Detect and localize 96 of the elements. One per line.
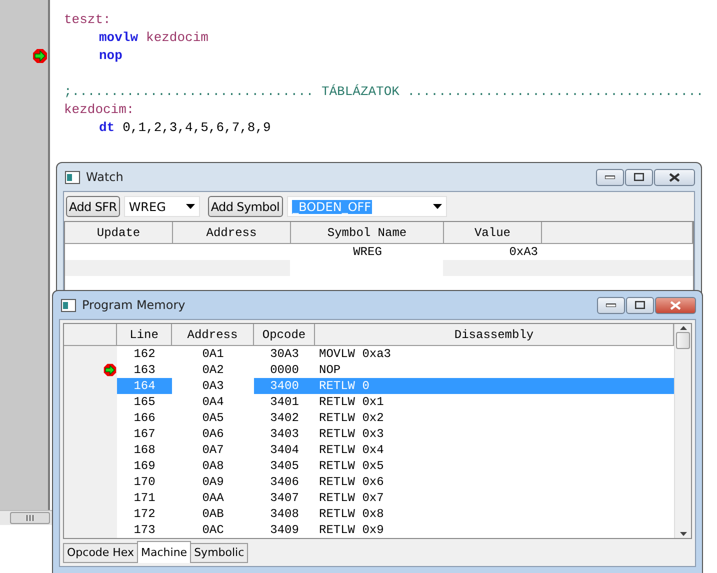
table-cell: 3400 [254, 378, 315, 394]
minimize-icon [606, 303, 616, 307]
table-cell-text: 173 [132, 522, 156, 538]
add-sfr-button[interactable]: Add SFR [66, 196, 120, 217]
table-cell-text: MOVLW 0xa3 [318, 346, 392, 362]
table-cell-text: 0AC [201, 522, 225, 538]
table-cell-text: RETLW 0x5 [318, 458, 385, 474]
vertical-scrollbar[interactable] [674, 324, 691, 538]
column-header[interactable]: Value [444, 222, 542, 244]
code-token: nop [99, 47, 122, 65]
table-cell-text: 3407 [269, 490, 300, 506]
column-header[interactable]: Symbol Name [291, 222, 444, 244]
code-token: kezdocim: [64, 101, 134, 119]
table-cell-text: 172 [132, 506, 156, 522]
table-cell-text: 0A2 [201, 362, 225, 378]
table-cell-text: RETLW 0x3 [318, 426, 385, 442]
view-tab[interactable]: Machine [137, 541, 192, 563]
table-cell-text: 168 [132, 442, 156, 458]
minimize-icon [605, 175, 615, 179]
table-cell-text: 169 [132, 458, 156, 474]
table-cell-text: 3409 [269, 522, 300, 538]
column-header[interactable]: Address [173, 222, 291, 244]
window-title: Program Memory [82, 298, 186, 312]
table-cell-text: RETLW 0x8 [318, 506, 385, 522]
table-cell-text: 0A6 [201, 426, 225, 442]
table-cell-text: 166 [132, 410, 156, 426]
table-cell-text: 3408 [269, 506, 300, 522]
column-header[interactable]: Disassembly [315, 324, 674, 346]
header-filler [64, 324, 117, 346]
table-cell-text: 3401 [269, 394, 300, 410]
maximize-button[interactable] [626, 296, 654, 314]
table-cell-text: RETLW 0x7 [318, 490, 385, 506]
table-cell: 164 [117, 378, 172, 394]
table-cell-text: 0A3 [201, 378, 225, 394]
maximize-icon [634, 173, 644, 181]
table-cell-text: 3406 [269, 474, 300, 490]
code-token: dt [99, 119, 115, 137]
table-cell-text: 3404 [269, 442, 300, 458]
table-cell-text: 30A3 [269, 346, 300, 362]
close-icon [669, 172, 680, 182]
table-cell-text: 167 [132, 426, 156, 442]
table-cell-text: 0AB [201, 506, 225, 522]
code-comment: ;............................... TÁBLÁZATOK ...................................... [64, 83, 704, 101]
table-cell-text: 3402 [269, 410, 300, 426]
table-cell-text: 0AA [201, 490, 225, 506]
table-cell-text: RETLW 0x6 [318, 474, 385, 490]
table-cell-text: RETLW 0x1 [318, 394, 385, 410]
column-header[interactable]: Line [117, 324, 172, 346]
table-cell-text: RETLW 0x2 [318, 410, 385, 426]
caret-icon [432, 204, 442, 209]
table-cell-text: 0A9 [201, 474, 225, 490]
table-cell-text: 0000 [269, 362, 300, 378]
table-cell: RETLW 0 [315, 378, 674, 394]
table-cell-text: 170 [132, 474, 156, 490]
table-cell-text: 165 [132, 394, 156, 410]
view-tab[interactable]: Opcode Hex [63, 543, 138, 563]
close-icon [670, 300, 681, 310]
window-title: Watch [86, 170, 124, 184]
table-cell-text: 0A7 [201, 442, 225, 458]
table-cell-text: 171 [132, 490, 156, 506]
add-symbol-button[interactable]: Add Symbol [208, 196, 283, 217]
scroll-thumb[interactable] [676, 332, 690, 349]
column-header[interactable]: Address [172, 324, 254, 346]
table-cell-text: 0A4 [201, 394, 225, 410]
window-icon [61, 298, 76, 312]
table-cell-text: RETLW 0x9 [318, 522, 385, 538]
table-cell-text: RETLW 0x4 [318, 442, 385, 458]
table-cell-text: 0A5 [201, 410, 225, 426]
table-cell-text: 162 [132, 346, 156, 362]
table-cell-text: NOP [318, 362, 342, 378]
maximize-button[interactable] [625, 168, 653, 186]
view-tab[interactable]: Symbolic [190, 543, 248, 563]
column-header[interactable]: Opcode [254, 324, 315, 346]
sfr-dropdown[interactable]: WREG [124, 196, 200, 217]
table-cell-text: 3403 [269, 426, 300, 442]
table-cell-text: 3405 [269, 458, 300, 474]
table-cell-text: 163 [132, 362, 156, 378]
table-cell-text: 0A8 [201, 458, 225, 474]
code-token: kezdocim [146, 29, 208, 47]
scroll-down-icon [680, 532, 686, 536]
close-button[interactable] [654, 168, 695, 186]
caret-icon [186, 204, 195, 209]
minimize-button[interactable] [597, 296, 625, 314]
scroll-up-icon [680, 326, 686, 330]
code-token: movlw [99, 29, 138, 47]
code-token: 0,1,2,3,4,5,6,7,8,9 [122, 119, 271, 137]
window-icon [65, 170, 80, 184]
horizontal-scrollbar[interactable] [0, 510, 52, 525]
grip-icon [26, 515, 34, 521]
code-token: teszt: [64, 11, 111, 29]
table-cell-text: WREG [352, 244, 383, 260]
maximize-icon [635, 301, 645, 309]
table-cell-text: 0xA3 [508, 244, 539, 260]
minimize-button[interactable] [596, 168, 624, 186]
table-cell-text: 0A1 [201, 346, 225, 362]
column-header[interactable]: Update [65, 222, 173, 244]
